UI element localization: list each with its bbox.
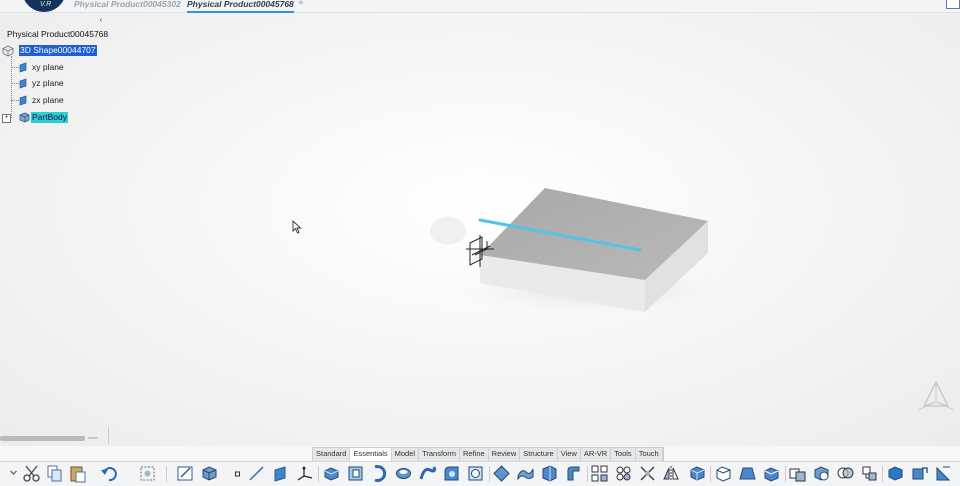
document-tab-bar: V.R Physical Product00045302 Physical Pr… [0,0,960,13]
chamfer-icon[interactable] [714,464,733,483]
action-bar [0,461,960,486]
tree-item-label: 3D Shape00044707 [19,45,97,56]
axis-system-tool-icon[interactable] [295,464,314,483]
window-control-icon[interactable] [946,0,960,9]
section-tab-touch[interactable]: Touch [636,448,663,461]
section-tab-view[interactable]: View [558,448,581,461]
groove-icon[interactable] [394,464,413,483]
add-tab-icon[interactable]: + [298,0,304,9]
line-icon[interactable] [247,464,266,483]
tree-item-label: yz plane [32,78,64,88]
panel-divider[interactable] [108,427,109,444]
sketch-icon[interactable] [176,464,195,483]
symmetry-icon[interactable] [662,464,681,483]
tab-physical-product-1[interactable]: Physical Product00045302 [74,0,181,11]
pocket-icon[interactable] [346,464,365,483]
logo-text: V.R [40,1,52,8]
select-icon[interactable] [138,464,157,483]
tree-item-label: xy plane [32,62,64,72]
solid-icon[interactable] [886,464,905,483]
measure-icon[interactable] [934,464,953,483]
cut-section-icon[interactable] [638,464,657,483]
part-design-icon[interactable] [200,464,219,483]
plane-icon [18,78,29,89]
tree-collapse-button[interactable]: ‹ [96,15,106,24]
tree-item-label: zx plane [32,95,64,105]
3d-model[interactable] [420,175,730,322]
tree-item-label: PartBody [31,112,68,123]
section-tab-tools[interactable]: Tools [611,448,636,461]
rib-icon[interactable] [418,464,437,483]
thick-surface-icon[interactable] [540,464,559,483]
body-icon [18,111,31,124]
plane-icon [18,95,29,106]
plane-icon[interactable] [271,464,290,483]
mirror-icon[interactable] [614,464,633,483]
horizontal-scrollbar[interactable] [0,436,85,441]
section-tab-ar-vr[interactable]: AR-VR [581,448,612,461]
section-tab-structure[interactable]: Structure [520,448,558,461]
section-tab-model[interactable]: Model [392,448,420,461]
intersect-icon[interactable] [836,464,855,483]
copy-icon[interactable] [45,464,64,483]
mouse-cursor-icon [292,219,302,236]
split-icon[interactable] [492,464,511,483]
section-tab-review[interactable]: Review [489,448,521,461]
boolean-add-icon[interactable] [788,464,807,483]
box-icon[interactable] [688,464,707,483]
sweep-icon[interactable] [564,464,583,483]
section-tab-essentials[interactable]: Essentials [350,448,392,461]
surface-icon[interactable] [516,464,535,483]
more-chevron-icon[interactable] [4,464,17,483]
undo-icon[interactable] [100,464,119,483]
tab-physical-product-2[interactable]: Physical Product00045768 [187,0,294,13]
scrollbar-track [88,437,98,439]
3d-shape-icon [2,45,14,57]
cut-icon[interactable] [22,464,41,483]
shell-icon[interactable] [466,464,485,483]
expand-icon[interactable]: + [2,114,11,123]
fillet-icon[interactable] [442,464,461,483]
tree-root-label[interactable]: Physical Product00045768 [7,29,109,39]
section-tab-refine[interactable]: Refine [460,448,489,461]
shaft-icon[interactable] [370,464,389,483]
assemble-icon[interactable] [860,464,879,483]
compass-navigation-icon[interactable] [916,378,956,416]
point-icon[interactable] [228,464,240,483]
section-tab-standard[interactable]: Standard [313,448,351,461]
translate-icon[interactable] [910,464,929,483]
tree-connector [11,56,12,118]
remove-face-icon[interactable] [762,464,781,483]
paste-icon[interactable] [68,464,87,483]
pattern-icon[interactable] [590,464,609,483]
plane-icon [18,62,29,73]
draft-icon[interactable] [738,464,757,483]
boolean-remove-icon[interactable] [812,464,831,483]
section-tab-transform[interactable]: Transform [419,448,460,461]
compass-logo-icon[interactable]: V.R [22,0,66,12]
pad-icon[interactable] [322,464,341,483]
action-bar-sections: Standard Essentials Model Transform Refi… [312,447,664,462]
